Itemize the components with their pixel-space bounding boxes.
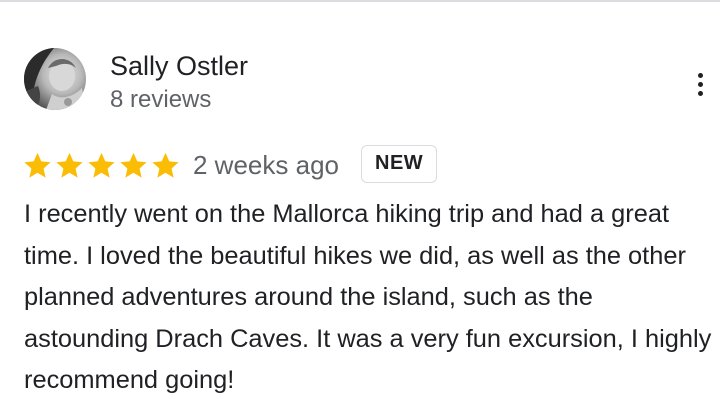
new-badge: NEW	[361, 145, 438, 183]
review-date: 2 weeks ago	[193, 150, 339, 180]
star-icon	[22, 150, 53, 181]
avatar[interactable]	[24, 48, 86, 110]
reviewer-name[interactable]: Sally Ostler	[110, 49, 248, 83]
review-card: Sally Ostler 8 reviews 2 weeks ago NEW I…	[0, 0, 720, 416]
star-icon	[150, 150, 181, 181]
star-icon	[118, 150, 149, 181]
more-vert-icon-dot	[698, 91, 703, 96]
more-vert-icon	[698, 73, 703, 78]
star-icon	[86, 150, 117, 181]
review-text: I recently went on the Mallorca hiking t…	[24, 200, 712, 394]
review-count[interactable]: 8 reviews	[110, 85, 211, 115]
avatar-photo	[24, 48, 86, 110]
more-options-button[interactable]	[684, 66, 716, 102]
more-vert-icon-dot	[698, 82, 703, 87]
star-icon	[54, 150, 85, 181]
star-rating	[22, 148, 182, 182]
